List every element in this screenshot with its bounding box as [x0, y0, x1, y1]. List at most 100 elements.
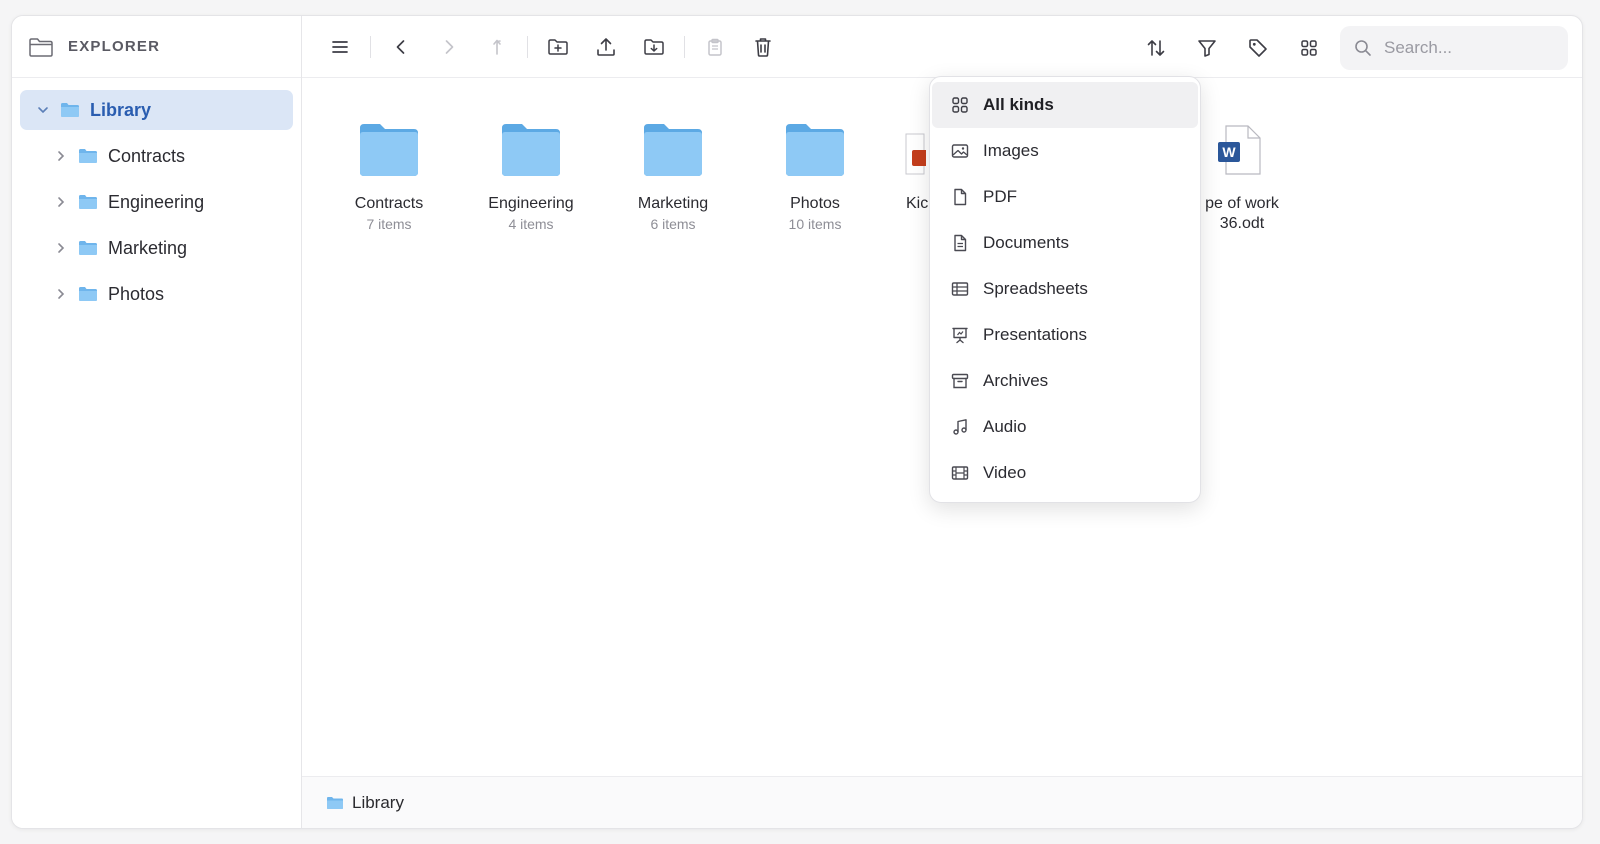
tree-item-library[interactable]: Library — [20, 90, 293, 130]
item-meta: 10 items — [788, 216, 842, 232]
menu-item-all-kinds[interactable]: All kinds — [932, 82, 1198, 128]
chevron-right-icon[interactable] — [52, 147, 70, 165]
item-meta: 4 items — [508, 216, 554, 232]
folder-plus-icon — [548, 38, 568, 55]
menu-item-label: Archives — [983, 371, 1049, 390]
clipboard-icon — [708, 38, 722, 56]
tree-item-photos[interactable]: Photos — [20, 274, 293, 314]
menu-item-label: Documents — [983, 233, 1069, 252]
menu-item-label: All kinds — [983, 95, 1054, 114]
tag-icon — [1249, 39, 1267, 57]
filter-icon — [1198, 40, 1216, 57]
sidebar-header: EXPLORER — [12, 16, 301, 78]
item-meta: 6 items — [650, 216, 696, 232]
explorer-window: EXPLORER Library Contracts Engineering M… — [11, 15, 1583, 829]
delete-button[interactable] — [743, 27, 783, 67]
folder-icon — [318, 106, 460, 194]
menu-item-pdf[interactable]: PDF — [932, 174, 1198, 220]
chevron-right-icon[interactable] — [52, 193, 70, 211]
search-input[interactable] — [1384, 38, 1554, 58]
menu-item-label: Images — [983, 141, 1039, 160]
folder-icon — [78, 148, 98, 164]
grid-icon — [1301, 40, 1317, 56]
menu-item-label: Spreadsheets — [983, 279, 1088, 298]
tag-button[interactable] — [1238, 28, 1278, 68]
chevron-right-icon[interactable] — [52, 239, 70, 257]
new-folder-button[interactable] — [538, 27, 578, 67]
folder-icon — [744, 106, 886, 194]
toolbar — [302, 16, 1582, 78]
filter-button[interactable] — [1187, 28, 1227, 68]
folder-icon — [60, 102, 80, 118]
item-name: Marketing — [637, 195, 709, 212]
back-button[interactable] — [381, 27, 421, 67]
grid-icon — [950, 95, 970, 115]
toolbar-divider — [527, 35, 528, 58]
table-icon — [950, 279, 970, 299]
folder-icon — [602, 106, 744, 194]
toolbar-right — [1136, 26, 1568, 70]
breadcrumb[interactable]: Library — [352, 793, 404, 813]
toolbar-divider — [370, 35, 371, 58]
arrow-up-icon — [493, 39, 501, 55]
tree-item-engineering[interactable]: Engineering — [20, 182, 293, 222]
tree-item-marketing[interactable]: Marketing — [20, 228, 293, 268]
document-icon — [950, 233, 970, 253]
folder-outline-icon — [28, 36, 54, 58]
kind-filter-menu: All kinds Images PDF Documents Spreadshe… — [929, 76, 1201, 503]
folder-icon — [78, 194, 98, 210]
menu-item-label: PDF — [983, 187, 1017, 206]
menu-item-archives[interactable]: Archives — [932, 358, 1198, 404]
menu-item-label: Presentations — [983, 325, 1087, 344]
up-button[interactable] — [477, 27, 517, 67]
svg-text:W: W — [1222, 144, 1236, 160]
folder-icon — [78, 240, 98, 256]
menu-item-images[interactable]: Images — [932, 128, 1198, 174]
menu-item-label: Audio — [983, 417, 1027, 436]
chevron-right-icon[interactable] — [52, 285, 70, 303]
toolbar-divider — [684, 35, 685, 58]
menu-button[interactable] — [320, 27, 360, 67]
file-icon — [950, 187, 970, 207]
grid-item-photos[interactable]: Photos 10 items — [744, 106, 886, 232]
view-toggle-button[interactable] — [1289, 28, 1329, 68]
sort-icon — [1147, 40, 1165, 56]
tree-item-contracts[interactable]: Contracts — [20, 136, 293, 176]
sort-button[interactable] — [1136, 28, 1176, 68]
grid-item-engineering[interactable]: Engineering 4 items — [460, 106, 602, 232]
grid-item-marketing[interactable]: Marketing 6 items — [602, 106, 744, 232]
folder-icon — [326, 796, 344, 810]
menu-item-audio[interactable]: Audio — [932, 404, 1198, 450]
chevron-down-icon[interactable] — [34, 101, 52, 119]
music-icon — [950, 417, 970, 437]
trash-icon — [755, 37, 771, 57]
download-button[interactable] — [634, 27, 674, 67]
folder-icon — [78, 286, 98, 302]
tree-item-label: Library — [90, 99, 152, 120]
chevron-left-icon — [396, 39, 405, 54]
tree-item-label: Contracts — [108, 145, 186, 166]
folder-tree: Library Contracts Engineering Marketing … — [12, 78, 301, 332]
image-icon — [950, 141, 970, 161]
upload-icon — [597, 37, 615, 56]
sidebar-title: EXPLORER — [68, 38, 161, 55]
menu-item-presentations[interactable]: Presentations — [932, 312, 1198, 358]
menu-item-spreadsheets[interactable]: Spreadsheets — [932, 266, 1198, 312]
chevron-right-icon — [445, 39, 454, 54]
paste-button[interactable] — [695, 27, 735, 67]
menu-icon — [332, 40, 348, 53]
film-icon — [950, 463, 970, 483]
folder-download-icon — [644, 38, 664, 55]
item-name: Photos — [790, 195, 840, 212]
upload-button[interactable] — [586, 27, 626, 67]
search-box[interactable] — [1340, 26, 1568, 70]
menu-item-video[interactable]: Video — [932, 450, 1198, 496]
grid-item-contracts[interactable]: Contracts 7 items — [318, 106, 460, 232]
tree-item-label: Engineering — [108, 191, 205, 212]
folder-icon — [460, 106, 602, 194]
archive-icon — [950, 371, 970, 391]
sidebar: EXPLORER Library Contracts Engineering M… — [12, 16, 302, 828]
search-icon — [1355, 40, 1371, 56]
menu-item-documents[interactable]: Documents — [932, 220, 1198, 266]
forward-button[interactable] — [429, 27, 469, 67]
